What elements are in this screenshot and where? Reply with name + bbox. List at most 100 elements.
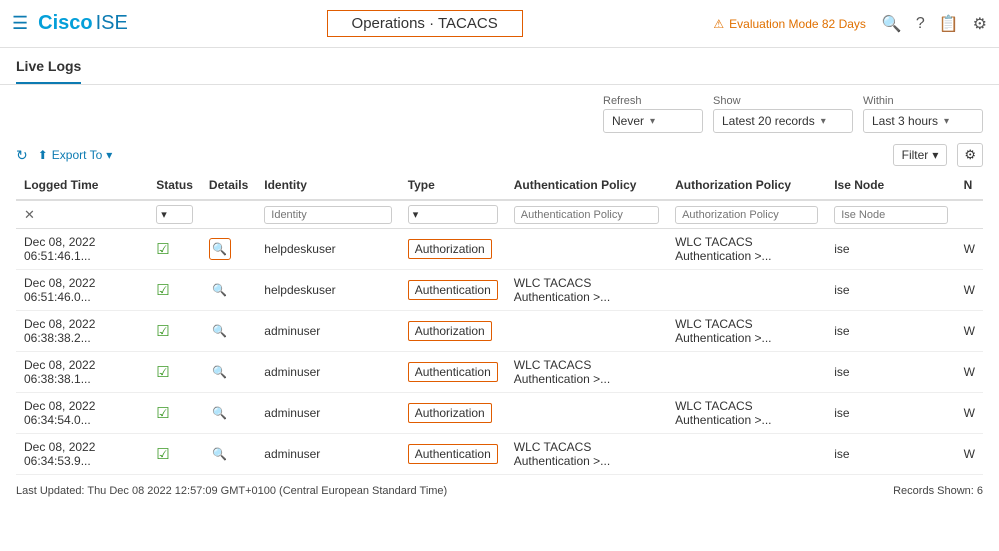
type-value: Authorization <box>408 239 492 259</box>
notifications-icon[interactable]: 📋 <box>939 14 959 34</box>
status-check-icon: ☑ <box>156 446 169 463</box>
refresh-button[interactable]: ↻ <box>16 147 28 164</box>
type-cell: Authorization <box>400 393 506 434</box>
filter-row: ✕ ▾ ▾ <box>16 200 983 229</box>
type-cell: Authentication <box>400 434 506 475</box>
n-cell: W <box>956 270 983 311</box>
type-value: Authorization <box>408 403 492 423</box>
col-status: Status <box>148 171 201 200</box>
filter-type: ▾ <box>400 200 506 229</box>
warning-icon: ⚠ <box>713 17 724 31</box>
identity-filter-input[interactable] <box>264 206 391 224</box>
show-select[interactable]: Latest 20 records ▾ <box>713 109 853 133</box>
status-check-icon: ☑ <box>156 323 169 340</box>
records-shown-text: Records Shown: 6 <box>893 485 983 497</box>
filter-button[interactable]: Filter ▾ <box>893 144 948 166</box>
details-icon[interactable]: 🔍 <box>209 279 231 301</box>
cisco-logo: Cisco ISE <box>38 12 128 35</box>
ise-node-filter-input[interactable] <box>834 206 947 224</box>
log-table-container: Logged Time Status Details Identity Type… <box>0 171 999 475</box>
details-icon[interactable]: 🔍 <box>209 402 231 424</box>
table-settings-button[interactable]: ⚙ <box>957 143 983 167</box>
within-chevron-icon: ▾ <box>944 116 949 127</box>
table-footer: Last Updated: Thu Dec 08 2022 12:57:09 G… <box>0 479 999 503</box>
col-logged-time: Logged Time <box>16 171 148 200</box>
show-control: Show Latest 20 records ▾ <box>713 95 853 133</box>
filter-chevron-icon: ▾ <box>932 148 938 162</box>
status-cell: ☑ <box>148 311 201 352</box>
n-cell: W <box>956 352 983 393</box>
auth-policy-filter-input[interactable] <box>514 206 659 224</box>
status-check-icon: ☑ <box>156 241 169 258</box>
filter-label: Filter <box>902 148 929 162</box>
hamburger-menu-icon[interactable]: ☰ <box>12 13 28 34</box>
logged-time-cell: Dec 08, 2022 06:38:38.2... <box>16 311 148 352</box>
type-value: Authentication <box>408 362 498 382</box>
logged-time-cell: Dec 08, 2022 06:38:38.1... <box>16 352 148 393</box>
filter-ise-node[interactable] <box>826 200 955 229</box>
identity-cell: adminuser <box>256 311 399 352</box>
auth-policy-cell <box>506 393 667 434</box>
status-filter-chevron-icon: ▾ <box>161 208 167 221</box>
filter-logged-time: ✕ <box>16 200 148 229</box>
table-header-row: Logged Time Status Details Identity Type… <box>16 171 983 200</box>
settings-icon[interactable]: ⚙ <box>973 14 987 34</box>
page-title: Operations · TACACS <box>327 10 523 37</box>
details-icon[interactable]: 🔍 <box>209 238 231 260</box>
table-row: Dec 08, 2022 06:38:38.1... ☑ 🔍 adminuser… <box>16 352 983 393</box>
show-value: Latest 20 records <box>722 114 815 128</box>
status-cell: ☑ <box>148 434 201 475</box>
within-select[interactable]: Last 3 hours ▾ <box>863 109 983 133</box>
ise-brand: ISE <box>96 12 128 35</box>
ise-node-cell: ise <box>826 393 955 434</box>
authz-policy-cell <box>667 434 826 475</box>
filter-auth-policy[interactable] <box>506 200 667 229</box>
type-value: Authorization <box>408 321 492 341</box>
details-cell: 🔍 <box>201 393 256 434</box>
eval-text: Evaluation Mode 82 Days <box>729 17 866 31</box>
type-value: Authentication <box>408 280 498 300</box>
details-cell: 🔍 <box>201 229 256 270</box>
refresh-control: Refresh Never ▾ <box>603 95 703 133</box>
status-filter-select[interactable]: ▾ <box>156 205 193 224</box>
filter-authz-policy[interactable] <box>667 200 826 229</box>
table-row: Dec 08, 2022 06:34:54.0... ☑ 🔍 adminuser… <box>16 393 983 434</box>
logged-time-cell: Dec 08, 2022 06:34:54.0... <box>16 393 148 434</box>
auth-policy-cell <box>506 311 667 352</box>
ise-node-cell: ise <box>826 229 955 270</box>
authz-policy-filter-input[interactable] <box>675 206 818 224</box>
status-cell: ☑ <box>148 270 201 311</box>
export-button[interactable]: ⬆ Export To ▾ <box>38 148 113 162</box>
filter-n <box>956 200 983 229</box>
live-logs-tab[interactable]: Live Logs <box>16 58 81 84</box>
last-updated-text: Last Updated: Thu Dec 08 2022 12:57:09 G… <box>16 485 447 497</box>
type-filter-chevron-icon: ▾ <box>413 208 419 221</box>
status-cell: ☑ <box>148 393 201 434</box>
type-filter-select[interactable]: ▾ <box>408 205 498 224</box>
status-check-icon: ☑ <box>156 364 169 381</box>
within-control: Within Last 3 hours ▾ <box>863 95 983 133</box>
clear-filter-button[interactable]: ✕ <box>24 207 35 222</box>
col-ise-node: Ise Node <box>826 171 955 200</box>
auth-policy-cell: WLC TACACS Authentication >... <box>506 352 667 393</box>
filter-identity[interactable] <box>256 200 399 229</box>
col-identity: Identity <box>256 171 399 200</box>
authz-policy-cell <box>667 270 826 311</box>
cisco-brand: Cisco <box>38 12 92 35</box>
show-label: Show <box>713 95 741 107</box>
ise-node-cell: ise <box>826 311 955 352</box>
type-cell: Authentication <box>400 352 506 393</box>
col-n: N <box>956 171 983 200</box>
filter-status: ▾ <box>148 200 201 229</box>
details-icon[interactable]: 🔍 <box>209 320 231 342</box>
refresh-value: Never <box>612 114 644 128</box>
refresh-select[interactable]: Never ▾ <box>603 109 703 133</box>
details-icon[interactable]: 🔍 <box>209 361 231 383</box>
authz-policy-cell <box>667 352 826 393</box>
search-icon[interactable]: 🔍 <box>882 14 902 34</box>
table-row: Dec 08, 2022 06:38:38.2... ☑ 🔍 adminuser… <box>16 311 983 352</box>
details-cell: 🔍 <box>201 434 256 475</box>
help-icon[interactable]: ? <box>916 15 925 33</box>
auth-policy-cell <box>506 229 667 270</box>
details-icon[interactable]: 🔍 <box>209 443 231 465</box>
